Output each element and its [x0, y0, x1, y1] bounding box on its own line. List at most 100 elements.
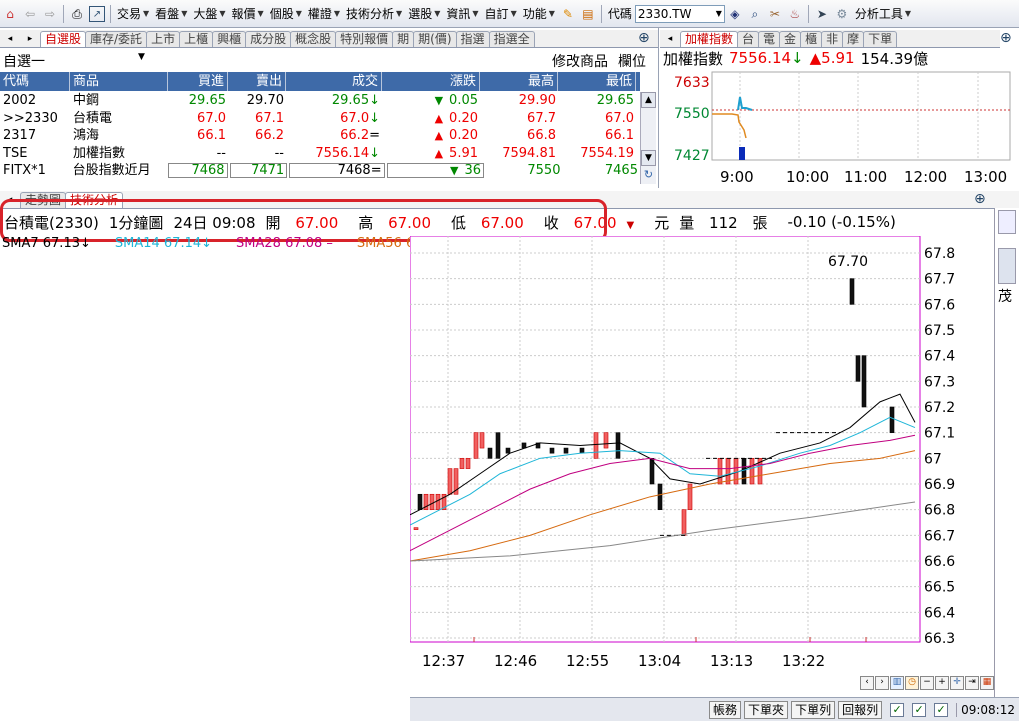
side-scroll-button[interactable]	[998, 210, 1016, 234]
chart-type-icon[interactable]: ▥	[890, 676, 904, 690]
index-tab-elec[interactable]: 電	[758, 31, 781, 47]
scroll-end-icon[interactable]: ⇥	[965, 676, 979, 690]
settings-icon[interactable]: ⚙	[834, 6, 850, 22]
notepad-icon[interactable]: ▤	[580, 6, 596, 22]
table-row[interactable]: FITX*1 台股指數近月 7468 7471 7468= ▼ 36 7550 7465	[0, 162, 640, 179]
col-low[interactable]: 最低	[558, 72, 636, 91]
zoom-out-icon[interactable]: −	[920, 676, 934, 690]
menu-warrant[interactable]: 權證 ▼	[305, 5, 343, 22]
index-x-label-4: 13:00	[964, 168, 1007, 186]
zoom-icon[interactable]: ⊕	[638, 30, 650, 46]
home-icon[interactable]: ⌂	[2, 6, 18, 22]
scroll-down-icon[interactable]: ▼	[641, 150, 656, 166]
tab-concept[interactable]: 概念股	[290, 31, 337, 47]
y-tick-label: 67.2	[924, 400, 955, 416]
table-row[interactable]: >>2330 台積電 67.0 67.1 67.0↓ ▲ 0.20 67.7 67.0	[0, 110, 640, 127]
index-tab-otc[interactable]: 櫃	[800, 31, 823, 47]
main-toolbar: ⌂ ⇦ ⇨ ⎙ ↗ 交易 ▼ 看盤 ▼ 大盤 ▼ 報價 ▼ 個股 ▼ 權證 ▼ 技術分析 ▼ …	[0, 0, 1019, 28]
tab-listed[interactable]: 上市	[146, 31, 181, 47]
col-last[interactable]: 成交	[286, 72, 382, 91]
menu-function[interactable]: 功能 ▼	[520, 5, 558, 22]
tab-prev-icon[interactable]: ◂	[2, 31, 18, 47]
tools-icon[interactable]: ✂	[767, 6, 783, 22]
refresh-icon[interactable]: ↻	[641, 168, 656, 184]
zoom-in-icon[interactable]: +	[935, 676, 949, 690]
y-tick-label: 66.9	[924, 477, 955, 493]
chart-next-icon[interactable]: ›	[875, 676, 889, 690]
menu-stock[interactable]: 個股 ▼	[267, 5, 305, 22]
index-zoom-icon[interactable]: ⊕	[1000, 30, 1012, 46]
col-name[interactable]: 商品	[70, 72, 168, 91]
report-bar-button[interactable]: 回報列	[838, 700, 883, 719]
watchlist-scrollbar[interactable]: ▲ ▼ ↻	[640, 92, 656, 184]
candlestick	[855, 355, 861, 382]
menu-watch[interactable]: 看盤 ▼	[152, 5, 190, 22]
chart-zoom-icon[interactable]: ⊕	[974, 191, 986, 207]
crosshair-icon[interactable]: ✛	[950, 676, 964, 690]
alert-icon[interactable]: ♨	[787, 6, 803, 22]
code-input[interactable]: 2330.TW ▼	[634, 4, 725, 23]
forward-icon[interactable]: ⇨	[42, 6, 58, 22]
print-icon[interactable]: ⎙	[69, 6, 85, 22]
scroll-up-icon[interactable]: ▲	[641, 92, 656, 108]
col-ask[interactable]: 賣出	[228, 72, 286, 91]
table-row[interactable]: 2317 鴻海 66.1 66.2 66.2= ▲ 0.20 66.8 66.1	[0, 127, 640, 144]
menu-quote[interactable]: 報價 ▼	[229, 5, 267, 22]
tab-next-icon[interactable]: ▸	[22, 31, 38, 47]
index-tab-nonfin[interactable]: 非	[821, 31, 844, 47]
tab-special-quote[interactable]: 特別報價	[335, 31, 394, 47]
index-tab-taiex[interactable]: 加權指數	[680, 31, 739, 47]
order-bar-button[interactable]: 下單列	[791, 700, 836, 719]
col-bid[interactable]: 買進	[168, 72, 228, 91]
menu-info[interactable]: 資訊 ▼	[443, 5, 481, 22]
side-scroll-thumb[interactable]	[998, 248, 1016, 284]
index-tab-order[interactable]: 下單	[863, 31, 898, 47]
status-check-2[interactable]: ✓	[912, 702, 927, 717]
tab-index-options-all[interactable]: 指選全	[488, 31, 535, 47]
group-selector[interactable]: 自選一	[3, 51, 45, 71]
tab-otc[interactable]: 上櫃	[179, 31, 214, 47]
search-icon[interactable]: ⌕	[747, 6, 763, 22]
columns-button[interactable]: 欄位	[618, 51, 646, 71]
menu-technical[interactable]: 技術分析 ▼	[343, 5, 405, 22]
back-icon[interactable]: ⇦	[22, 6, 38, 22]
status-check-1[interactable]: ✓	[890, 702, 905, 717]
dropdown-arrow-icon[interactable]: ▼	[716, 9, 722, 18]
account-button[interactable]: 帳務	[709, 700, 742, 719]
tab-futures[interactable]: 期	[392, 31, 415, 47]
tab-index-options[interactable]: 指選	[455, 31, 490, 47]
tab-watchlist[interactable]: 自選股	[40, 31, 87, 47]
index-tab-prev-icon[interactable]: ◂	[662, 31, 678, 47]
external-link-icon[interactable]: ↗	[89, 5, 105, 22]
menu-trade[interactable]: 交易 ▼	[114, 5, 152, 22]
quote-icon[interactable]: ◈	[727, 6, 743, 22]
candlestick	[681, 509, 687, 536]
group-dropdown-icon[interactable]: ▼	[138, 52, 145, 62]
menu-custom[interactable]: 自訂 ▼	[482, 5, 520, 22]
col-code[interactable]: 代碼	[0, 72, 70, 91]
table-row[interactable]: 2002 中鋼 29.65 29.70 29.65↓ ▼ 0.05 29.90 29.65	[0, 92, 640, 109]
tab-emerging[interactable]: 興櫃	[212, 31, 247, 47]
index-tab-msci[interactable]: 摩	[842, 31, 865, 47]
col-high[interactable]: 最高	[480, 72, 558, 91]
menu-screen[interactable]: 選股 ▼	[405, 5, 443, 22]
tab-futures-price[interactable]: 期(價)	[413, 31, 457, 47]
menu-analysis-tools[interactable]: 分析工具 ▼	[852, 5, 914, 22]
status-check-3[interactable]: ✓	[934, 702, 949, 717]
menu-market[interactable]: 大盤 ▼	[190, 5, 228, 22]
indicator-icon[interactable]: ▦	[980, 676, 994, 690]
col-change[interactable]: 漲跌	[382, 72, 480, 91]
status-time: 09:08:12	[956, 702, 1015, 717]
pointer-icon[interactable]: ➤	[814, 6, 830, 22]
order-folder-button[interactable]: 下單夾	[744, 700, 789, 719]
tab-components[interactable]: 成分股	[245, 31, 292, 47]
cell-low: 67.0	[605, 110, 634, 126]
clock-icon[interactable]: ◷	[905, 676, 919, 690]
index-tab-fin[interactable]: 金	[779, 31, 802, 47]
pen-icon[interactable]: ✎	[560, 6, 576, 22]
chart-prev-icon[interactable]: ‹	[860, 676, 874, 690]
table-row[interactable]: TSE 加權指數 -- -- 7556.14↓ ▲ 5.91 7594.81 7554.19	[0, 145, 640, 162]
modify-product-button[interactable]: 修改商品	[552, 51, 608, 71]
tab-inventory[interactable]: 庫存/委託	[85, 31, 148, 47]
index-tab-tw[interactable]: 台	[737, 31, 760, 47]
